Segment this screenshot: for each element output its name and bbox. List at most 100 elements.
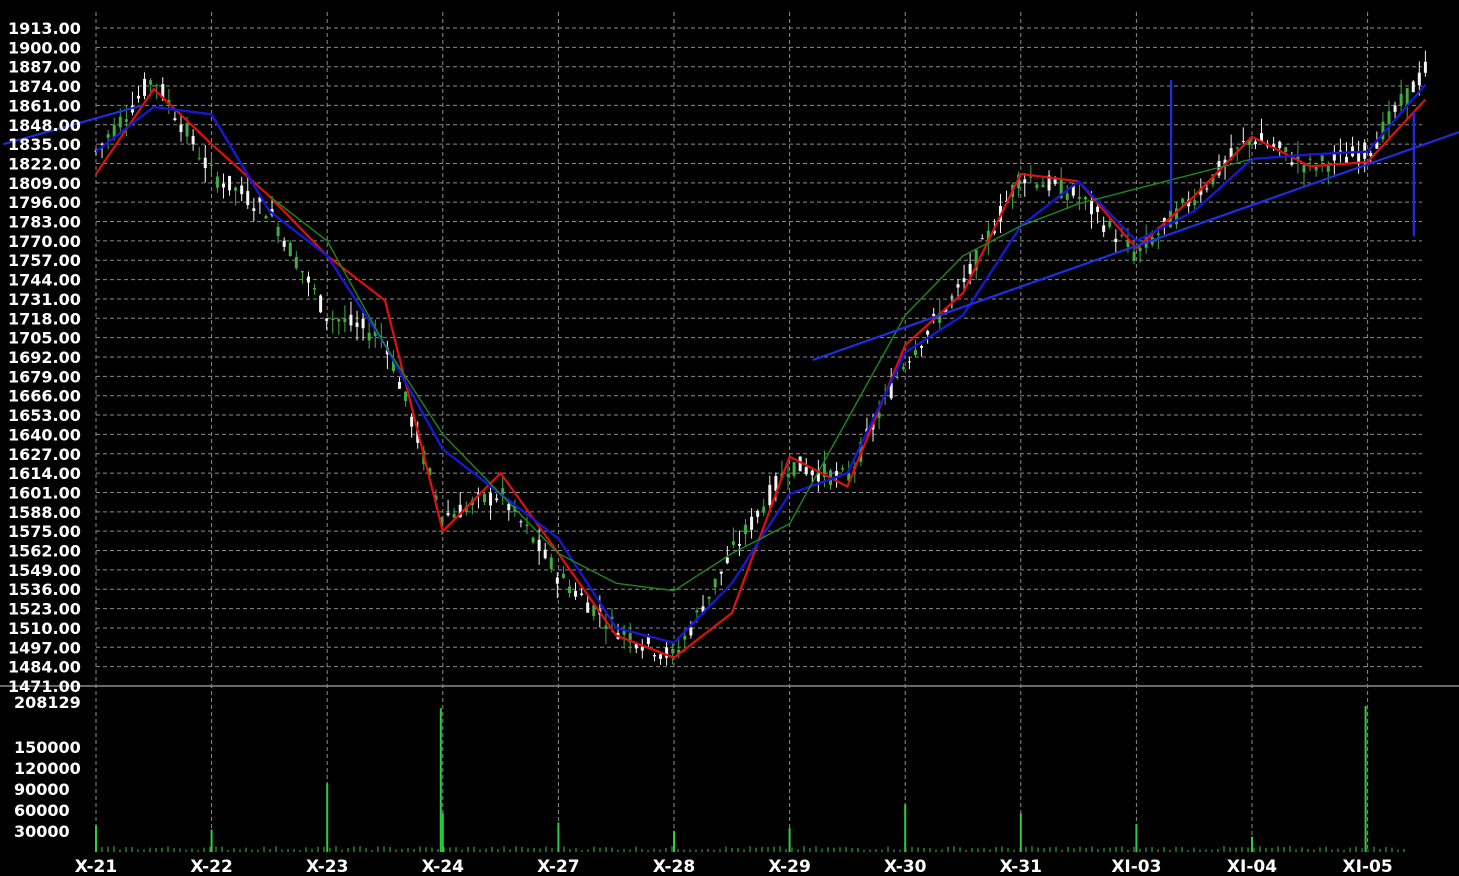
candle-body [185, 123, 189, 137]
price-tick-label: 1835.00 [8, 135, 81, 154]
date-tick-label: X-29 [768, 857, 810, 876]
candle-body [489, 493, 493, 506]
candle-body [956, 284, 960, 288]
candle-body [907, 361, 911, 363]
price-tick-label: 1575.00 [8, 522, 81, 541]
candle-body [543, 549, 547, 559]
candle-body [895, 376, 899, 378]
candle-body [841, 468, 845, 470]
candle-body [962, 278, 966, 282]
candle-body [1338, 150, 1342, 152]
candle-body [1278, 141, 1282, 148]
candle-body [1332, 153, 1336, 161]
candle-body [920, 345, 924, 348]
candle-body [191, 135, 195, 145]
volume-axis-labels: 208129 150000 120000 90000 60000 30000 [14, 693, 81, 841]
price-tick-label: 1809.00 [8, 174, 81, 193]
candle-body [209, 164, 213, 166]
price-tick-label: 1770.00 [8, 232, 81, 251]
candle-body [361, 318, 365, 329]
price-tick-label: 1692.00 [8, 348, 81, 367]
candle-body [197, 158, 201, 160]
candle-body [106, 134, 110, 138]
candle-body [246, 191, 250, 205]
price-tick-label: 1640.00 [8, 425, 81, 444]
candle-body [483, 493, 487, 503]
candle-body [1235, 147, 1239, 149]
candle-body [913, 350, 917, 355]
date-tick-label: X-23 [306, 857, 348, 876]
candle-body [1114, 238, 1118, 243]
ma-line-red [95, 87, 1427, 659]
candle-body [452, 513, 456, 518]
candle-body [1302, 164, 1306, 173]
candle-body [1417, 72, 1421, 86]
candle-body [580, 593, 584, 595]
candle-body [252, 208, 256, 211]
candle-body [786, 474, 790, 477]
volume-tick-label: 150000 [14, 738, 81, 757]
price-tick-label: 1588.00 [8, 503, 81, 522]
candle-body [1138, 247, 1142, 252]
price-tick-label: 1497.00 [8, 638, 81, 657]
candle-body [1023, 179, 1027, 184]
price-tick-label: 1614.00 [8, 464, 81, 483]
price-tick-label: 1601.00 [8, 483, 81, 502]
candle-body [179, 124, 183, 133]
candle-body [768, 484, 772, 506]
candle-body [221, 183, 225, 188]
price-candles [94, 50, 1427, 666]
candle-body [446, 513, 450, 516]
price-tick-label: 1679.00 [8, 367, 81, 386]
price-tick-label: 1666.00 [8, 387, 81, 406]
candle-body [683, 635, 687, 640]
candle-body [744, 524, 748, 535]
candle-body [1156, 233, 1160, 236]
date-tick-label: X-22 [190, 857, 232, 876]
candle-body [1344, 156, 1348, 163]
moving-averages [95, 83, 1427, 659]
candle-body [203, 157, 207, 169]
date-tick-label: X-30 [884, 857, 927, 876]
price-tick-label: 1861.00 [8, 96, 81, 115]
volume-tick-label: 120000 [14, 759, 81, 778]
candle-body [1369, 152, 1373, 157]
candle-body [1290, 162, 1294, 165]
candle-body [762, 506, 766, 513]
date-tick-label: X-21 [75, 857, 117, 876]
candle-body [549, 557, 553, 569]
candle-body [404, 391, 408, 401]
price-tick-label: 1484.00 [8, 658, 81, 677]
candle-body [1132, 251, 1136, 260]
candle-body [652, 655, 656, 657]
candle-body [313, 287, 317, 290]
candle-body [276, 226, 280, 237]
price-tick-label: 1757.00 [8, 251, 81, 270]
candle-body [143, 78, 147, 96]
candle-body [1102, 225, 1106, 232]
candle-body [282, 240, 286, 247]
candle-body [695, 610, 699, 613]
candle-body [1053, 179, 1057, 184]
candle-body [155, 85, 159, 87]
candle-body [337, 319, 341, 322]
candle-body [604, 625, 608, 630]
candle-body [901, 366, 905, 369]
candle-body [707, 596, 711, 599]
price-tick-label: 1731.00 [8, 290, 81, 309]
candle-body [343, 318, 347, 323]
candle-body [306, 276, 310, 283]
candle-body [1181, 198, 1185, 203]
date-tick-label: X-31 [1000, 857, 1042, 876]
candle-body [531, 537, 535, 543]
candle-body [398, 381, 402, 389]
date-tick-label: X-28 [653, 857, 695, 876]
candle-body [750, 516, 754, 530]
price-tick-label: 1549.00 [8, 561, 81, 580]
candle-body [355, 322, 359, 327]
price-axis-labels: 1913.001900.001887.001874.001861.001848.… [8, 19, 81, 696]
price-tick-label: 1848.00 [8, 116, 81, 135]
grid-lines [0, 12, 1459, 852]
candle-body [294, 257, 298, 269]
candle-body [1029, 176, 1033, 178]
